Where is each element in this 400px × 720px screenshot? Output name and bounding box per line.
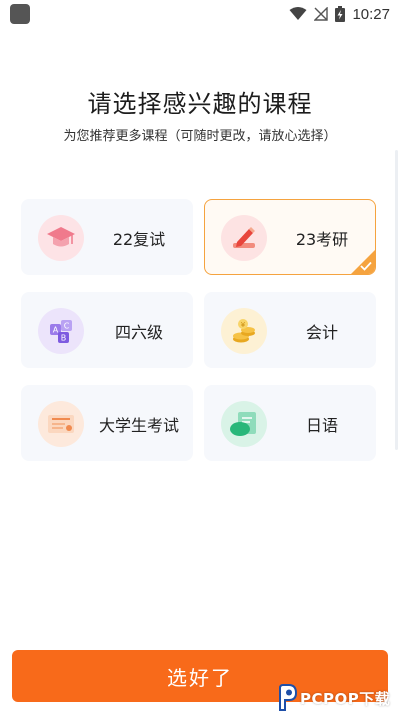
course-label: 四六级	[114, 323, 163, 342]
status-bar: 10:27	[0, 0, 400, 28]
status-time: 10:27	[352, 5, 390, 23]
check-icon	[360, 261, 372, 271]
course-label: 大学生考试	[98, 416, 179, 435]
app-square-icon	[10, 4, 30, 24]
course-label: 日语	[305, 416, 338, 435]
page-subtitle: 为您推荐更多课程（可随时更改，请放心选择）	[63, 129, 337, 144]
graduation-cap-icon	[38, 215, 84, 261]
battery-charging-icon	[335, 6, 346, 22]
svg-text:B: B	[61, 334, 67, 343]
course-label: 会计	[305, 323, 338, 342]
course-card-23-kaoyan[interactable]: 23考研	[204, 199, 376, 275]
coins-icon: ¥	[221, 308, 267, 354]
course-label: 22复试	[112, 230, 166, 249]
course-card-cet[interactable]: A C B 四六级	[21, 292, 193, 368]
svg-text:C: C	[64, 322, 70, 331]
pen-icon	[221, 215, 267, 261]
wifi-icon	[289, 7, 307, 20]
watermark-subtext: www.pcpop.com	[300, 704, 351, 711]
no-signal-icon	[314, 7, 329, 21]
pcpop-logo-icon	[279, 684, 298, 711]
course-card-japanese[interactable]: 日语	[204, 385, 376, 461]
certificate-icon	[38, 401, 84, 447]
svg-text:A: A	[53, 326, 59, 335]
course-card-22-retest[interactable]: 22复试	[21, 199, 193, 275]
course-card-accounting[interactable]: ¥ 会计	[204, 292, 376, 368]
abc-cube-icon: A C B	[38, 308, 84, 354]
page-title: 请选择感兴趣的课程	[87, 90, 313, 118]
scroll-indicator	[395, 150, 398, 450]
book-icon	[221, 401, 267, 447]
status-icons: 10:27	[289, 6, 390, 23]
svg-text:¥: ¥	[241, 321, 246, 329]
course-card-college-exam[interactable]: 大学生考试	[21, 385, 193, 461]
